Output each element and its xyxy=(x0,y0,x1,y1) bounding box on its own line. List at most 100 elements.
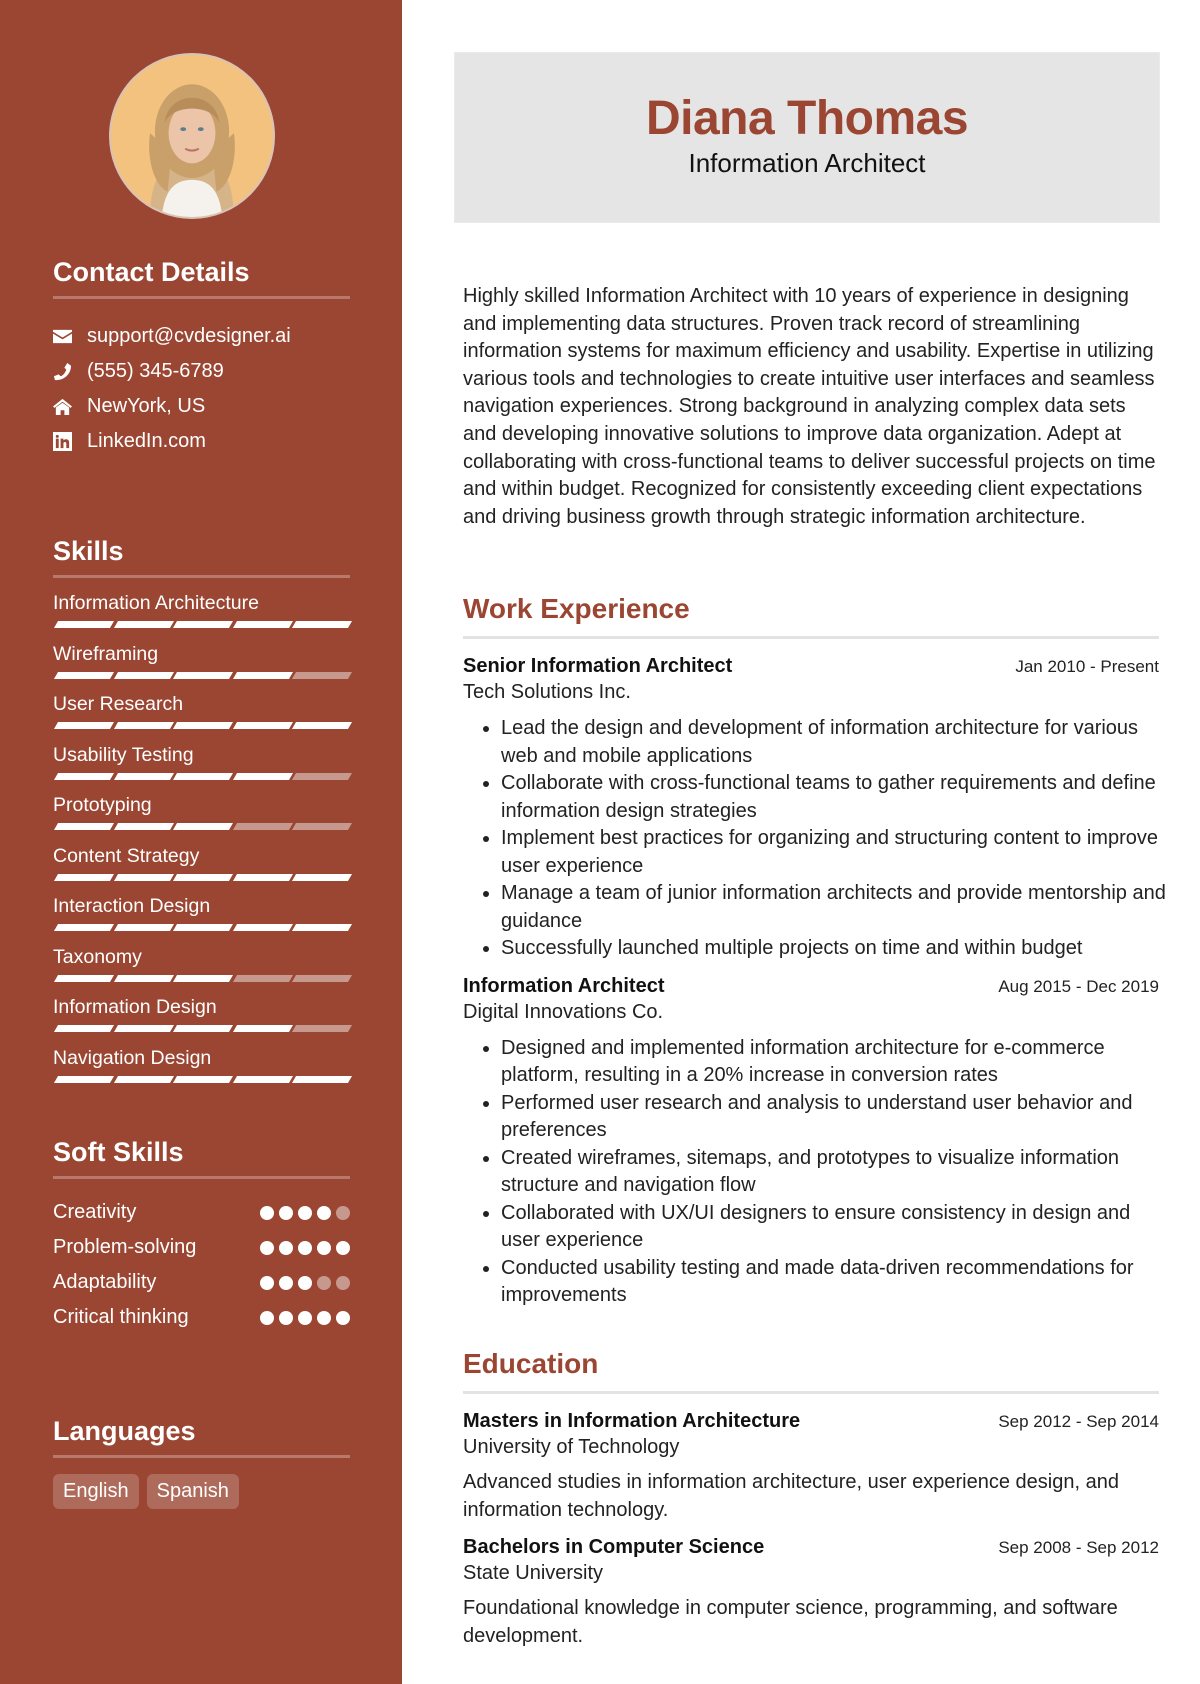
job-bullet: Collaborated with UX/UI designers to ens… xyxy=(501,1200,1169,1255)
rating-dot-filled xyxy=(260,1205,274,1220)
school: University of Technology xyxy=(463,1436,680,1458)
job-company: Digital Innovations Co. xyxy=(463,1000,664,1023)
skill-segment-filled xyxy=(113,621,174,628)
soft-skill-rating xyxy=(260,1275,350,1290)
skill-segment-filled xyxy=(173,974,233,982)
skills-heading: Skills xyxy=(53,536,124,566)
skill-segment-filled xyxy=(113,671,174,679)
school: State University xyxy=(463,1562,604,1584)
rating-dot-filled xyxy=(279,1275,293,1290)
soft-skill-rating xyxy=(260,1310,350,1325)
soft-skills-divider xyxy=(53,1176,350,1179)
skill-segment-filled xyxy=(292,621,352,628)
degree: Masters in Information Architecture xyxy=(463,1410,801,1432)
job-bullet: Conducted usability testing and made dat… xyxy=(501,1255,1169,1310)
education-divider xyxy=(463,1391,1159,1394)
rating-dot-filled xyxy=(298,1205,312,1220)
skill-item: Information Architecture xyxy=(53,588,352,639)
work-experience-heading: Work Experience xyxy=(463,593,690,624)
job-bullets: Designed and implemented information arc… xyxy=(463,1035,1169,1310)
skill-segment-filled xyxy=(173,671,233,679)
rating-dot-filled xyxy=(260,1310,274,1325)
contact-heading: Contact Details xyxy=(53,257,250,287)
soft-skill-label: Critical thinking xyxy=(53,1306,189,1328)
contact-phone[interactable]: (555) 345-6789 xyxy=(53,354,350,389)
contact-list: support@cvdesigner.ai (555) 345-6789 New… xyxy=(53,319,350,459)
job-bullet: Lead the design and development of infor… xyxy=(501,715,1169,770)
skill-level-bar xyxy=(53,772,352,780)
rating-dot-empty xyxy=(336,1205,350,1220)
skill-segment-filled xyxy=(113,1075,174,1083)
soft-skill-label: Creativity xyxy=(53,1201,137,1223)
work-experience-divider xyxy=(463,636,1159,639)
skill-item: Taxonomy xyxy=(53,942,352,993)
linkedin-icon xyxy=(53,432,87,451)
skill-item: Interaction Design xyxy=(53,891,352,942)
skill-item: Usability Testing xyxy=(53,740,352,791)
skill-level-bar xyxy=(53,873,352,881)
home-icon xyxy=(53,397,87,416)
candidate-title: Information Architect xyxy=(688,148,926,178)
job-bullet: Created wireframes, sitemaps, and protot… xyxy=(501,1145,1169,1200)
rating-dot-filled xyxy=(298,1240,312,1255)
skill-segment-filled xyxy=(113,1025,174,1032)
skill-label: Taxonomy xyxy=(53,945,142,968)
soft-skill-item: Creativity xyxy=(53,1195,350,1230)
envelope-icon xyxy=(53,327,87,346)
education-description: Foundational knowledge in computer scien… xyxy=(463,1597,1118,1647)
skill-segment-empty xyxy=(292,823,352,830)
skill-level-bar xyxy=(53,924,352,931)
job-bullet: Collaborate with cross-functional teams … xyxy=(501,770,1169,825)
rating-dot-empty xyxy=(317,1275,331,1290)
degree: Bachelors in Computer Science xyxy=(463,1536,765,1558)
skill-level-bar xyxy=(53,974,352,982)
languages-heading: Languages xyxy=(53,1416,196,1446)
skill-segment-filled xyxy=(53,1075,114,1083)
skill-item: Information Design xyxy=(53,992,352,1043)
skill-segment-filled xyxy=(53,772,114,780)
skill-level-bar xyxy=(53,823,352,830)
languages-list: English Spanish xyxy=(53,1474,350,1509)
contact-linkedin[interactable]: LinkedIn.com xyxy=(53,424,350,459)
contact-location: NewYork, US xyxy=(53,389,350,424)
skill-segment-filled xyxy=(292,1075,352,1083)
skill-segment-empty xyxy=(292,1025,352,1032)
profile-summary: Highly skilled Information Architect wit… xyxy=(463,285,1156,528)
skill-segment-filled xyxy=(232,621,293,628)
soft-skill-label: Adaptability xyxy=(53,1271,157,1293)
job-role: Senior Information Architect xyxy=(463,655,733,677)
skill-segment-filled xyxy=(173,722,233,729)
soft-skill-rating xyxy=(260,1205,350,1220)
contact-divider xyxy=(53,296,350,299)
skill-item: Navigation Design xyxy=(53,1043,352,1094)
skill-segment-filled xyxy=(232,722,293,729)
job-bullet: Manage a team of junior information arch… xyxy=(501,880,1169,935)
skill-segment-filled xyxy=(173,1025,233,1032)
soft-skill-rating xyxy=(260,1240,350,1255)
soft-skills-list: Creativity Problem-solving Adaptability Cri… xyxy=(53,1195,350,1335)
language-tag: English xyxy=(53,1474,139,1509)
contact-location-text: NewYork, US xyxy=(87,395,206,417)
skill-label: Navigation Design xyxy=(53,1046,212,1069)
skill-segment-filled xyxy=(113,772,174,780)
skills-divider xyxy=(53,575,350,578)
skill-segment-filled xyxy=(232,1075,293,1083)
skill-segment-filled xyxy=(113,873,174,881)
job-bullets: Lead the design and development of infor… xyxy=(463,715,1169,963)
skill-level-bar xyxy=(53,671,352,679)
contact-email[interactable]: support@cvdesigner.ai xyxy=(53,319,350,354)
skill-segment-filled xyxy=(173,873,233,881)
rating-dot-filled xyxy=(336,1310,350,1325)
skill-label: Prototyping xyxy=(53,794,152,816)
skill-item: User Research xyxy=(53,689,352,740)
skill-label: Wireframing xyxy=(53,642,159,665)
soft-skill-label: Problem-solving xyxy=(53,1236,197,1258)
rating-dot-empty xyxy=(336,1275,350,1290)
skill-segment-filled xyxy=(53,823,114,830)
skill-segment-filled xyxy=(53,671,114,679)
languages-divider xyxy=(53,1455,350,1458)
education-description: Advanced studies in information architec… xyxy=(463,1471,1119,1521)
skill-segment-filled xyxy=(53,621,114,628)
job-bullet: Designed and implemented information arc… xyxy=(501,1035,1169,1090)
education-section: Education Masters in Information Archite… xyxy=(463,1347,1169,1650)
